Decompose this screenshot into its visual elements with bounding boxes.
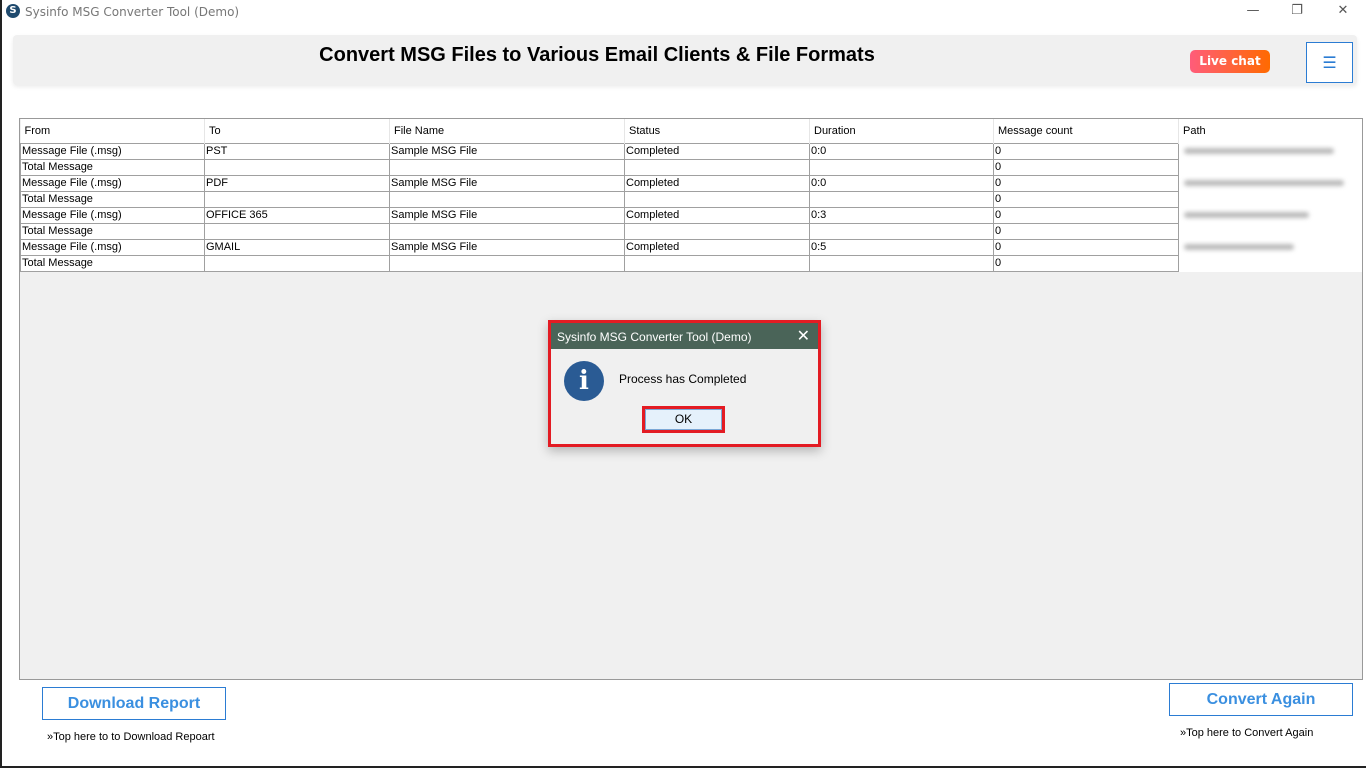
- dialog-title-bar: Sysinfo MSG Converter Tool (Demo) ✕: [551, 323, 818, 349]
- table-row[interactable]: Message File (.msg) PST Sample MSG File Com…: [20, 142, 1362, 160]
- minimize-button[interactable]: —: [1230, 0, 1276, 24]
- window-title: Sysinfo MSG Converter Tool (Demo): [25, 5, 240, 19]
- app-logo-icon: S: [6, 4, 20, 18]
- table-cell: Message File (.msg): [20, 142, 205, 160]
- path-cell-redacted: [1178, 158, 1362, 176]
- table-cell: [204, 254, 390, 272]
- table-cell: 0: [993, 222, 1179, 240]
- table-cell: 0:5: [809, 238, 994, 256]
- table-row[interactable]: Message File (.msg) OFFICE 365 Sample MSG …: [20, 206, 1362, 224]
- table-cell: [809, 190, 994, 208]
- dialog-message: Process has Completed: [619, 372, 747, 386]
- title-bar: S Sysinfo MSG Converter Tool (Demo) — ❐ …: [2, 0, 1366, 24]
- path-cell-redacted: [1178, 206, 1362, 224]
- table-cell: [624, 222, 810, 240]
- table-cell: Message File (.msg): [20, 238, 205, 256]
- convert-again-button[interactable]: Convert Again: [1169, 683, 1353, 716]
- table-cell: [204, 222, 390, 240]
- table-cell: 0: [993, 206, 1179, 224]
- redacted-path: [1184, 212, 1309, 218]
- table-row[interactable]: Total Message 0: [20, 222, 1362, 240]
- table-cell: 0: [993, 190, 1179, 208]
- table-row[interactable]: Message File (.msg) GMAIL Sample MSG File C…: [20, 238, 1362, 256]
- column-header[interactable]: File Name: [389, 119, 625, 143]
- table-cell: Sample MSG File: [389, 174, 625, 192]
- column-header[interactable]: Status: [624, 119, 810, 143]
- download-hint: »Top here to to Download Repoart: [47, 731, 215, 743]
- table-cell: PDF: [204, 174, 390, 192]
- table-row[interactable]: Message File (.msg) PDF Sample MSG File Com…: [20, 174, 1362, 192]
- table-cell: 0: [993, 174, 1179, 192]
- column-header[interactable]: Duration: [809, 119, 994, 143]
- path-cell-redacted: [1178, 190, 1362, 208]
- convert-hint: »Top here to Convert Again: [1180, 727, 1314, 739]
- table-cell: PST: [204, 142, 390, 160]
- menu-button[interactable]: ☰: [1306, 42, 1353, 83]
- table-cell: [809, 222, 994, 240]
- table-cell: [809, 158, 994, 176]
- info-icon: i: [564, 361, 604, 401]
- table-cell: GMAIL: [204, 238, 390, 256]
- path-cell-redacted: [1178, 142, 1362, 160]
- table-cell: [389, 190, 625, 208]
- dialog-close-button[interactable]: ✕: [797, 326, 810, 346]
- column-header[interactable]: To: [204, 119, 390, 143]
- table-row[interactable]: Total Message 0: [20, 158, 1362, 176]
- table-cell: [809, 254, 994, 272]
- completion-dialog: Sysinfo MSG Converter Tool (Demo) ✕ i Pr…: [548, 320, 821, 447]
- table-cell: 0: [993, 254, 1179, 272]
- path-cell-redacted: [1178, 174, 1362, 192]
- table-cell: Total Message: [20, 254, 205, 272]
- path-cell-redacted: [1178, 238, 1362, 256]
- redacted-path: [1184, 244, 1294, 250]
- table-cell: Completed: [624, 142, 810, 160]
- table-cell: [624, 158, 810, 176]
- download-report-button[interactable]: Download Report: [42, 687, 226, 720]
- table-cell: 0: [993, 238, 1179, 256]
- table-cell: [389, 158, 625, 176]
- table-cell: 0: [993, 142, 1179, 160]
- table-cell: 0:3: [809, 206, 994, 224]
- table-row[interactable]: Total Message 0: [20, 254, 1362, 272]
- close-button[interactable]: ✕: [1320, 0, 1366, 24]
- table-cell: Sample MSG File: [389, 238, 625, 256]
- table-cell: Total Message: [20, 190, 205, 208]
- table-cell: [624, 254, 810, 272]
- redacted-path: [1184, 148, 1334, 154]
- column-header[interactable]: Path: [1178, 119, 1362, 143]
- table-cell: Completed: [624, 206, 810, 224]
- table-cell: Total Message: [20, 222, 205, 240]
- redacted-path: [1184, 180, 1344, 186]
- table-cell: Message File (.msg): [20, 174, 205, 192]
- live-chat-button[interactable]: Live chat: [1190, 50, 1270, 73]
- header-banner: Convert MSG Files to Various Email Clien…: [13, 35, 1357, 85]
- table-cell: Total Message: [20, 158, 205, 176]
- table-cell: 0:0: [809, 142, 994, 160]
- table-cell: Sample MSG File: [389, 206, 625, 224]
- table-cell: [204, 158, 390, 176]
- table-cell: [204, 190, 390, 208]
- table-cell: 0: [993, 158, 1179, 176]
- table-cell: 0:0: [809, 174, 994, 192]
- dialog-title: Sysinfo MSG Converter Tool (Demo): [557, 330, 752, 344]
- table-cell: Message File (.msg): [20, 206, 205, 224]
- column-header[interactable]: Message count: [993, 119, 1179, 143]
- restore-button[interactable]: ❐: [1274, 0, 1320, 24]
- table-cell: [389, 254, 625, 272]
- table-cell: Sample MSG File: [389, 142, 625, 160]
- table-cell: Completed: [624, 238, 810, 256]
- column-header[interactable]: From: [20, 119, 205, 143]
- path-cell-redacted: [1178, 222, 1362, 240]
- table-row[interactable]: Total Message 0: [20, 190, 1362, 208]
- table-cell: [389, 222, 625, 240]
- hamburger-icon: ☰: [1322, 53, 1337, 72]
- ok-button[interactable]: OK: [645, 409, 722, 430]
- table-cell: [624, 190, 810, 208]
- page-title: Convert MSG Files to Various Email Clien…: [319, 44, 875, 66]
- table-cell: Completed: [624, 174, 810, 192]
- table-cell: OFFICE 365: [204, 206, 390, 224]
- path-cell-redacted: [1178, 254, 1362, 272]
